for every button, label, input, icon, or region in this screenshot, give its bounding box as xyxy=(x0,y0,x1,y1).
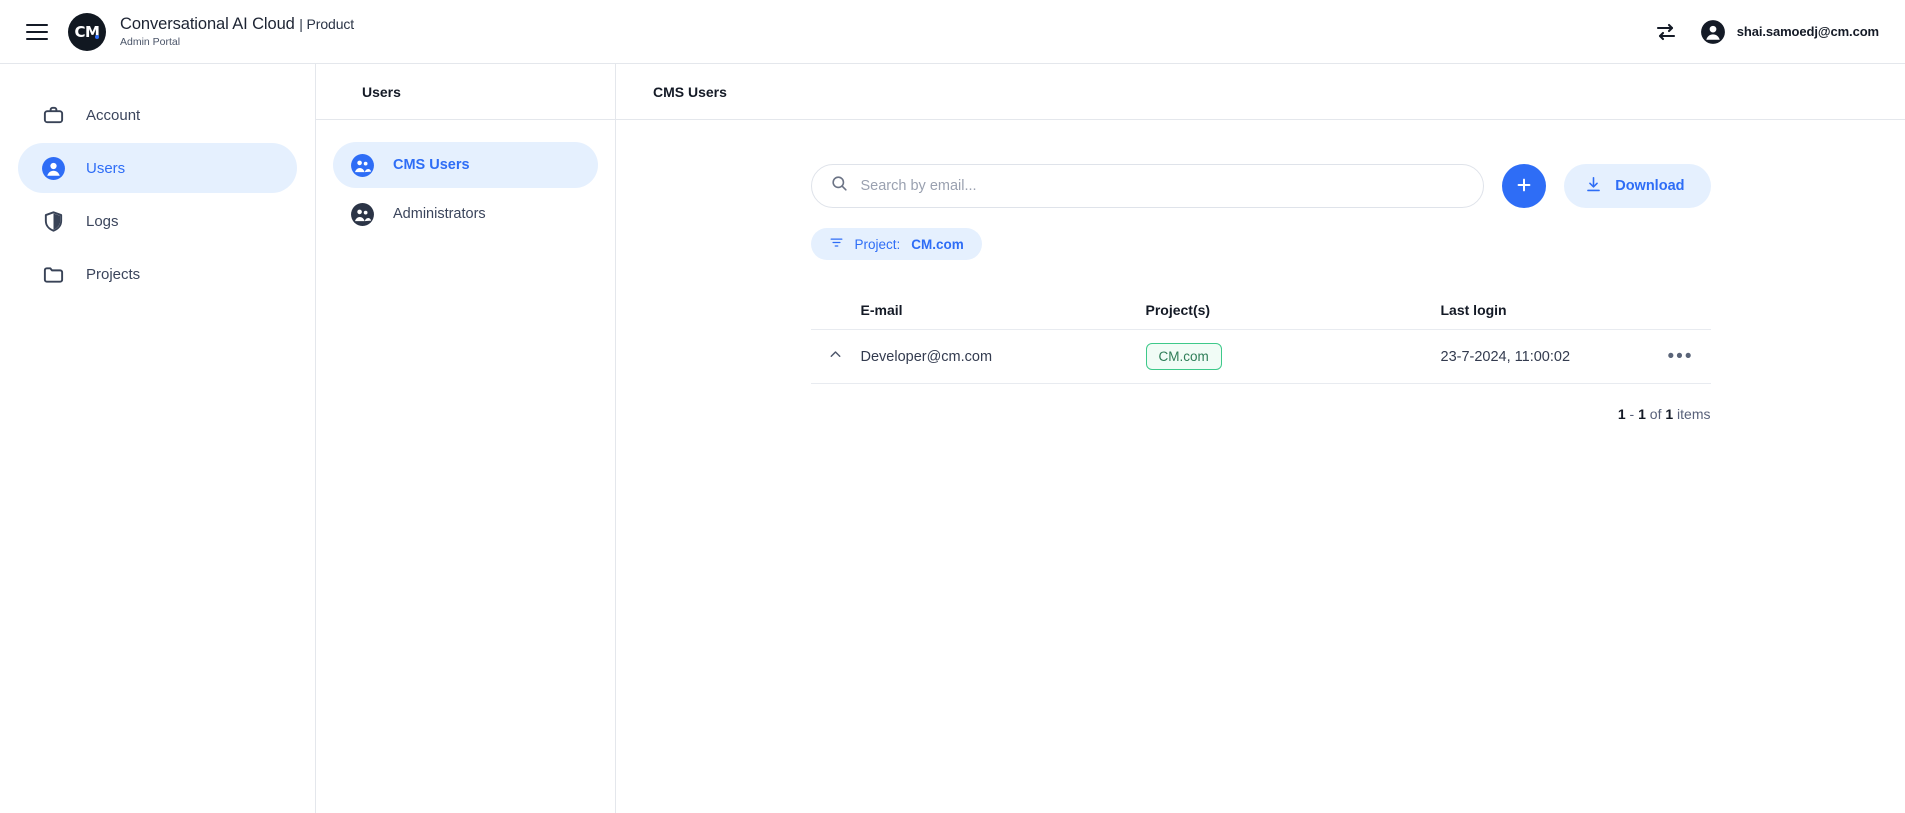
brand-product: | Product xyxy=(299,16,354,32)
logo-dot xyxy=(95,35,99,39)
subpanel-item-administrators[interactable]: Administrators xyxy=(333,191,598,237)
sidebar-item-users[interactable]: Users xyxy=(18,143,297,193)
users-group-icon xyxy=(350,202,375,227)
pagination-dash: - xyxy=(1630,406,1635,422)
cm-logo[interactable]: CM xyxy=(68,13,106,51)
brand-block: Conversational AI Cloud | Product Admin … xyxy=(120,15,354,48)
filter-chip-value: CM.com xyxy=(911,237,964,252)
header-right-group: shai.samoedj@cm.com xyxy=(1654,19,1879,45)
sidebar-item-label: Users xyxy=(86,160,125,177)
brand-title-row: Conversational AI Cloud | Product xyxy=(120,15,354,34)
add-user-button[interactable] xyxy=(1502,164,1546,208)
folder-icon xyxy=(41,262,66,287)
users-table: E-mail Project(s) Last login xyxy=(811,290,1711,384)
column-header-email: E-mail xyxy=(861,302,1146,318)
main-content: CMS Users xyxy=(616,64,1905,813)
table-row[interactable]: Developer@cm.com CM.com 23-7-2024, 11:00… xyxy=(811,330,1711,384)
swap-arrows-icon[interactable] xyxy=(1654,20,1678,44)
hamburger-menu-icon[interactable] xyxy=(26,19,52,45)
sidebar-item-label: Logs xyxy=(86,213,119,230)
plus-icon xyxy=(1514,175,1534,198)
subpanel-item-label: CMS Users xyxy=(393,157,470,173)
cell-email: Developer@cm.com xyxy=(861,349,1146,365)
briefcase-icon xyxy=(41,103,66,128)
search-box[interactable] xyxy=(811,164,1485,208)
shield-icon xyxy=(41,209,66,234)
sidebar-item-label: Account xyxy=(86,107,140,124)
pagination-to: 1 xyxy=(1638,406,1646,422)
column-header-last-login: Last login xyxy=(1441,302,1651,318)
content-column: Download Project: CM.com xyxy=(811,164,1711,422)
row-expand-toggle[interactable] xyxy=(811,346,861,367)
row-actions-button[interactable]: ••• xyxy=(1651,353,1711,361)
search-icon xyxy=(830,174,849,198)
toolbar: Download xyxy=(811,164,1711,208)
user-email-label: shai.samoedj@cm.com xyxy=(1737,24,1879,39)
pagination-summary: 1 - 1 of 1 items xyxy=(811,406,1711,422)
sidebar-item-logs[interactable]: Logs xyxy=(18,196,297,246)
cell-projects: CM.com xyxy=(1146,343,1441,370)
filter-chip-prefix: Project: xyxy=(855,237,901,252)
subpanel-item-label: Administrators xyxy=(393,206,486,222)
secondary-panel: Users CMS Users xyxy=(316,64,616,813)
pagination-items-label: items xyxy=(1677,406,1710,422)
app-body: Account Users Logs xyxy=(0,64,1905,813)
primary-sidebar: Account Users Logs xyxy=(0,64,316,813)
user-circle-icon xyxy=(41,156,66,181)
subpanel-item-cms-users[interactable]: CMS Users xyxy=(333,142,598,188)
download-icon xyxy=(1584,175,1603,198)
cell-last-login: 23-7-2024, 11:00:02 xyxy=(1441,349,1651,365)
secondary-panel-list: CMS Users Administrators xyxy=(316,120,615,237)
brand-title: Conversational AI Cloud xyxy=(120,15,295,33)
secondary-panel-title: Users xyxy=(316,64,615,120)
chevron-up-icon xyxy=(827,346,844,367)
user-account-button[interactable]: shai.samoedj@cm.com xyxy=(1700,19,1879,45)
more-horizontal-icon: ••• xyxy=(1668,353,1694,361)
table-header-row: E-mail Project(s) Last login xyxy=(811,290,1711,330)
filter-row: Project: CM.com xyxy=(811,228,1711,260)
page-title: CMS Users xyxy=(616,64,1905,120)
column-header-projects: Project(s) xyxy=(1146,302,1441,318)
download-button[interactable]: Download xyxy=(1564,164,1710,208)
download-button-label: Download xyxy=(1615,178,1684,194)
sidebar-item-account[interactable]: Account xyxy=(18,90,297,140)
brand-subtitle: Admin Portal xyxy=(120,36,354,48)
pagination-from: 1 xyxy=(1618,406,1626,422)
users-group-icon xyxy=(350,153,375,178)
search-input[interactable] xyxy=(861,178,1466,194)
pagination-of: of xyxy=(1650,406,1662,422)
sidebar-item-label: Projects xyxy=(86,266,140,283)
user-avatar-icon xyxy=(1700,19,1726,45)
top-header-bar: CM Conversational AI Cloud | Product Adm… xyxy=(0,0,1905,64)
filter-icon xyxy=(829,235,844,253)
main-body: Download Project: CM.com xyxy=(616,120,1905,813)
pagination-total: 1 xyxy=(1665,406,1673,422)
project-badge: CM.com xyxy=(1146,343,1222,370)
filter-chip-project[interactable]: Project: CM.com xyxy=(811,228,982,260)
sidebar-item-projects[interactable]: Projects xyxy=(18,249,297,299)
